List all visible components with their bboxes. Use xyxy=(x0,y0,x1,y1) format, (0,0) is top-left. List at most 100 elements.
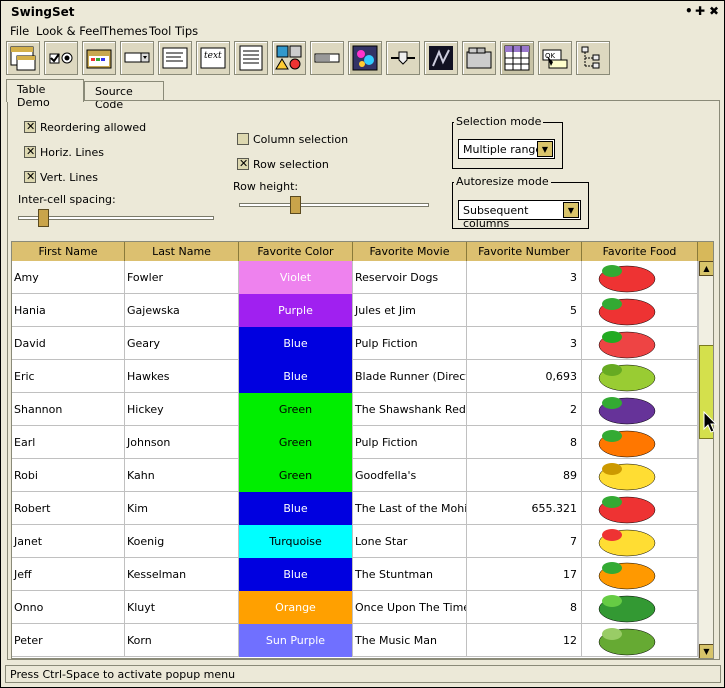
number-cell[interactable]: 3 xyxy=(467,327,582,360)
color-cell[interactable]: Blue xyxy=(239,492,353,525)
tooltip-icon[interactable]: OK xyxy=(538,41,572,75)
first-name-cell[interactable]: Robert xyxy=(12,492,125,525)
table-row[interactable]: Earl Johnson Green Pulp Fiction 8 xyxy=(12,426,698,459)
vertical-scrollbar[interactable]: ▲ ▼ xyxy=(698,261,713,658)
color-cell[interactable]: Blue xyxy=(239,558,353,591)
number-cell[interactable]: 655.321 xyxy=(467,492,582,525)
number-cell[interactable]: 89 xyxy=(467,459,582,492)
number-cell[interactable]: 7 xyxy=(467,525,582,558)
header-favorite-food[interactable]: Favorite Food xyxy=(582,242,698,261)
table-row[interactable]: David Geary Blue Pulp Fiction 3 xyxy=(12,327,698,360)
number-cell[interactable]: 0,693 xyxy=(467,360,582,393)
last-name-cell[interactable]: Kluyt xyxy=(125,591,239,624)
checkbox-box[interactable] xyxy=(24,145,36,158)
first-name-cell[interactable]: Amy xyxy=(12,261,125,294)
color-cell[interactable]: Turquoise xyxy=(239,525,353,558)
number-cell[interactable]: 5 xyxy=(467,294,582,327)
table-row[interactable]: Amy Fowler Violet Reservoir Dogs 3 xyxy=(12,261,698,294)
movie-cell[interactable]: Jules et Jim xyxy=(353,294,467,327)
number-cell[interactable]: 2 xyxy=(467,393,582,426)
food-icon[interactable] xyxy=(582,360,698,393)
tab-table-demo[interactable]: Table Demo xyxy=(6,79,84,109)
first-name-cell[interactable]: Janet xyxy=(12,525,125,558)
first-name-cell[interactable]: Onno xyxy=(12,591,125,624)
movie-cell[interactable]: The Stuntman xyxy=(353,558,467,591)
movie-cell[interactable]: The Shawshank Red... xyxy=(353,393,467,426)
last-name-cell[interactable]: Hawkes xyxy=(125,360,239,393)
split-pane-icon[interactable] xyxy=(424,41,458,75)
column-selection-checkbox[interactable]: Column selection xyxy=(237,133,348,146)
slider-icon[interactable] xyxy=(386,41,420,75)
color-cell[interactable]: Violet xyxy=(239,261,353,294)
last-name-cell[interactable]: Hickey xyxy=(125,393,239,426)
number-cell[interactable]: 8 xyxy=(467,426,582,459)
close-button[interactable]: ✖ xyxy=(709,4,719,18)
table-body[interactable]: Amy Fowler Violet Reservoir Dogs 3 Hania Gajew… xyxy=(12,261,698,658)
last-name-cell[interactable]: Fowler xyxy=(125,261,239,294)
table-row[interactable]: OnnoKluytOrangeOnce Upon The Time...8 xyxy=(12,591,698,624)
food-icon[interactable] xyxy=(582,459,698,492)
tree-icon[interactable] xyxy=(576,41,610,75)
number-cell[interactable]: 3 xyxy=(467,261,582,294)
header-favorite-color[interactable]: Favorite Color xyxy=(239,242,353,261)
menu-themes[interactable]: Themes xyxy=(102,24,148,38)
option-pane-icon[interactable] xyxy=(272,41,306,75)
color-cell[interactable]: Sun Purple xyxy=(239,624,353,657)
number-cell[interactable]: 12 xyxy=(467,624,582,657)
checkbox-box[interactable] xyxy=(237,133,249,145)
table-icon[interactable] xyxy=(500,41,534,75)
movie-cell[interactable]: Reservoir Dogs xyxy=(353,261,467,294)
movie-cell[interactable]: The Music Man xyxy=(353,624,467,657)
first-name-cell[interactable]: Shannon xyxy=(12,393,125,426)
food-icon[interactable] xyxy=(582,327,698,360)
scroll-up-arrow-icon[interactable]: ▲ xyxy=(699,261,713,276)
header-favorite-number[interactable]: Favorite Number xyxy=(467,242,582,261)
horiz-lines-checkbox[interactable]: Horiz. Lines xyxy=(24,145,104,159)
first-name-cell[interactable]: Earl xyxy=(12,426,125,459)
table-row[interactable]: Shannon Hickey Green The Shawshank Red... 2 xyxy=(12,393,698,426)
checkbox-box[interactable] xyxy=(24,120,36,133)
table-row[interactable]: Peter Korn Sun Purple The Music Man 12 xyxy=(12,624,698,657)
checkbox-radio-icon[interactable] xyxy=(44,41,78,75)
food-icon[interactable] xyxy=(582,558,698,591)
table-row[interactable]: Jeff Kesselman Blue The Stuntman 17 xyxy=(12,558,698,591)
text-field-icon[interactable] xyxy=(158,41,192,75)
last-name-cell[interactable]: Kahn xyxy=(125,459,239,492)
food-icon[interactable] xyxy=(582,426,698,459)
tabbed-pane-icon[interactable] xyxy=(462,41,496,75)
title-bar[interactable]: SwingSet • ✚ ✖ xyxy=(1,1,724,23)
autoresize-mode-combobox[interactable]: Subsequent columns ▼ xyxy=(458,200,581,230)
menu-look-and-feel[interactable]: Look & Feel xyxy=(36,24,103,38)
chevron-down-icon[interactable]: ▼ xyxy=(563,202,579,218)
movie-cell[interactable]: The Last of the Mohi... xyxy=(353,492,467,525)
label-icon[interactable]: text xyxy=(196,41,230,75)
movie-cell[interactable]: Pulp Fiction xyxy=(353,426,467,459)
table-row[interactable]: Janet Koenig Turquoise Lone Star 7 xyxy=(12,525,698,558)
last-name-cell[interactable]: Johnson xyxy=(125,426,239,459)
food-icon[interactable] xyxy=(582,261,698,294)
last-name-cell[interactable]: Geary xyxy=(125,327,239,360)
movie-cell[interactable]: Once Upon The Time... xyxy=(353,591,467,624)
last-name-cell[interactable]: Koenig xyxy=(125,525,239,558)
first-name-cell[interactable]: Hania xyxy=(12,294,125,327)
menu-tool-tips[interactable]: Tool Tips xyxy=(149,24,198,38)
last-name-cell[interactable]: Kesselman xyxy=(125,558,239,591)
maximize-button[interactable]: ✚ xyxy=(695,4,705,18)
number-cell[interactable]: 17 xyxy=(467,558,582,591)
movie-cell[interactable]: Blade Runner (Direct... xyxy=(353,360,467,393)
vert-lines-checkbox[interactable]: Vert. Lines xyxy=(24,170,98,184)
header-favorite-movie[interactable]: Favorite Movie xyxy=(353,242,467,261)
last-name-cell[interactable]: Korn xyxy=(125,624,239,657)
last-name-cell[interactable]: Kim xyxy=(125,492,239,525)
last-name-cell[interactable]: Gajewska xyxy=(125,294,239,327)
selection-mode-combobox[interactable]: Multiple ranges ▼ xyxy=(458,139,555,159)
row-selection-checkbox[interactable]: Row selection xyxy=(237,157,329,171)
color-cell[interactable]: Green xyxy=(239,426,353,459)
first-name-cell[interactable]: Eric xyxy=(12,360,125,393)
movie-cell[interactable]: Lone Star xyxy=(353,525,467,558)
food-icon[interactable] xyxy=(582,591,698,624)
first-name-cell[interactable]: David xyxy=(12,327,125,360)
intercell-spacing-thumb[interactable] xyxy=(38,209,49,227)
food-icon[interactable] xyxy=(582,294,698,327)
tab-source-code[interactable]: Source Code xyxy=(84,81,164,111)
